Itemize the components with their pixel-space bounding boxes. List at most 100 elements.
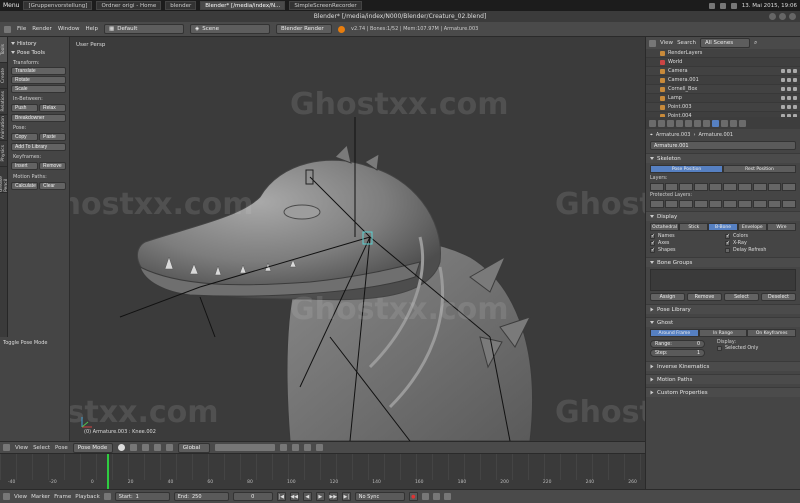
copy-pose-icon[interactable]	[291, 444, 299, 451]
rotate-button[interactable]: Rotate	[11, 76, 66, 84]
task-tab-2[interactable]: Ordner origi - Home	[96, 1, 162, 10]
next-keyframe-icon[interactable]: ▶▶	[328, 492, 338, 501]
shapes-checkbox[interactable]: Shapes	[650, 247, 721, 253]
menu-view[interactable]: View	[15, 445, 28, 451]
sync-selector[interactable]: No Sync	[354, 492, 405, 501]
x-ray-checkbox[interactable]: X-Ray	[725, 240, 796, 246]
rest-position-button[interactable]: Rest Position	[723, 165, 796, 173]
record-icon[interactable]: ●	[408, 492, 418, 501]
translate-manipulator-icon[interactable]	[153, 444, 161, 451]
ghost-range-field[interactable]: Range: 0	[650, 340, 705, 348]
wire-button[interactable]: Wire	[766, 223, 797, 231]
outliner-row[interactable]: World	[646, 58, 800, 67]
pivot-icon[interactable]	[129, 444, 137, 451]
bone-groups-list[interactable]	[650, 269, 796, 291]
toggle-pose-mode-label[interactable]: Toggle Pose Mode	[3, 340, 66, 346]
texture-tab-icon[interactable]	[739, 119, 746, 127]
scale-button[interactable]: Scale	[11, 85, 66, 93]
visibility-toggles[interactable]	[781, 96, 800, 100]
3d-viewport[interactable]: Ghostxx.com Ghostxx.com Ghostxx.com Ghos…	[70, 37, 645, 441]
ghost-panel-header[interactable]: Ghost	[646, 317, 800, 327]
custom-properties-panel-header[interactable]: Custom Properties	[646, 387, 800, 397]
outliner-row[interactable]: Lamp	[646, 94, 800, 103]
paste-pose-icon[interactable]	[303, 444, 311, 451]
os-menu-button[interactable]: Menu	[3, 2, 19, 9]
insert-keyframe-button[interactable]: Insert	[11, 162, 38, 170]
menu-file[interactable]: File	[17, 26, 26, 32]
skeleton-panel-header[interactable]: Skeleton	[646, 153, 800, 163]
menu-window[interactable]: Window	[58, 26, 80, 32]
task-tab-5[interactable]: SimpleScreenRecorder	[289, 1, 362, 10]
remove-button[interactable]: Remove	[687, 293, 722, 301]
colors-checkbox[interactable]: Colors	[725, 233, 796, 239]
push-button[interactable]: Push	[11, 104, 38, 112]
editor-type-icon[interactable]	[3, 444, 10, 451]
menu-render[interactable]: Render	[32, 26, 52, 32]
menu-marker[interactable]: Marker	[31, 494, 50, 500]
clear-paths-button[interactable]: Clear	[39, 182, 66, 190]
inverse-kinematics-panel-header[interactable]: Inverse Kinematics	[646, 361, 800, 371]
task-tab-1[interactable]: [Gruppenvorstellung]	[23, 1, 93, 10]
menu-view[interactable]: View	[660, 40, 673, 46]
manipulator-icon[interactable]	[141, 444, 149, 451]
editor-type-icon[interactable]	[649, 39, 656, 47]
calculate-paths-button[interactable]: Calculate	[11, 182, 38, 190]
copy-pose-button[interactable]: Copy	[11, 133, 38, 141]
outliner-row[interactable]: RenderLayers	[646, 49, 800, 58]
bone-layers-grid[interactable]	[650, 183, 796, 191]
editor-type-icon[interactable]	[3, 493, 10, 500]
panel-pose-tools-header[interactable]: Pose Tools	[11, 48, 66, 57]
tab-tools[interactable]: Tools	[0, 37, 7, 63]
around-frame-button[interactable]: Around Frame	[650, 329, 699, 337]
jump-start-icon[interactable]: |◀	[276, 492, 286, 501]
axes-checkbox[interactable]: Axes	[650, 240, 721, 246]
play-icon[interactable]: ▶	[315, 492, 325, 501]
render-engine-selector[interactable]: Blender Render	[276, 24, 333, 34]
mode-selector[interactable]: Pose Mode	[72, 442, 113, 453]
armature-name-field[interactable]: Armature.001	[650, 141, 796, 150]
battery-icon[interactable]	[730, 2, 737, 9]
outliner-row[interactable]: Point.003	[646, 103, 800, 112]
menu-pose[interactable]: Pose	[55, 445, 68, 451]
network-icon[interactable]	[708, 2, 715, 9]
viewport-shading-icon[interactable]	[117, 444, 125, 451]
preview-range-icon[interactable]	[103, 493, 111, 500]
layout-selector[interactable]: ▦ Default	[104, 24, 185, 34]
scene-tab-icon[interactable]	[667, 119, 674, 127]
current-frame-field[interactable]: 0	[232, 492, 273, 501]
render-layers-tab-icon[interactable]	[658, 119, 665, 127]
volume-icon[interactable]	[719, 2, 726, 9]
tab-create[interactable]: Create	[0, 63, 7, 89]
tab-physics[interactable]: Physics	[0, 141, 7, 167]
visibility-toggles[interactable]	[781, 87, 800, 91]
modifiers-tab-icon[interactable]	[703, 119, 710, 127]
assign-button[interactable]: Assign	[650, 293, 685, 301]
b-bone-button[interactable]: B-Bone	[708, 223, 738, 231]
menu-select[interactable]: Select	[33, 445, 50, 451]
deselect-button[interactable]: Deselect	[761, 293, 796, 301]
end-frame-field[interactable]: End: 250	[173, 492, 229, 501]
names-checkbox[interactable]: Names	[650, 233, 721, 239]
pin-icon[interactable]: ⌖	[650, 132, 653, 138]
visibility-toggles[interactable]	[781, 78, 800, 82]
bone-tab-icon[interactable]	[721, 119, 728, 127]
delete-key-icon[interactable]	[443, 493, 451, 500]
protected-layers-grid[interactable]	[650, 200, 796, 208]
outliner-row[interactable]: Camera.001	[646, 76, 800, 85]
paste-pose-button[interactable]: Paste	[39, 133, 66, 141]
ghost-step-field[interactable]: Step: 1	[650, 349, 705, 357]
transform-orientation-selector[interactable]: Global	[177, 442, 210, 453]
maximize-icon[interactable]	[779, 13, 786, 20]
breakdowner-button[interactable]: Breakdowner	[11, 114, 66, 122]
timeline-editor[interactable]: -40 -20 0 20 40 60 80 100 120 140 160 18…	[0, 453, 645, 490]
bone-groups-panel-header[interactable]: Bone Groups	[646, 257, 800, 267]
lock-icon[interactable]	[279, 444, 287, 451]
rotate-manipulator-icon[interactable]	[165, 444, 173, 451]
render-preview-icon[interactable]	[315, 444, 323, 451]
scene-selector[interactable]: ◈ Scene	[190, 24, 271, 34]
menu-help[interactable]: Help	[86, 26, 99, 32]
render-tab-icon[interactable]	[649, 119, 656, 127]
search-icon[interactable]: ⌕	[754, 39, 757, 47]
menu-frame[interactable]: Frame	[54, 494, 71, 500]
envelope-button[interactable]: Envelope	[737, 223, 767, 231]
